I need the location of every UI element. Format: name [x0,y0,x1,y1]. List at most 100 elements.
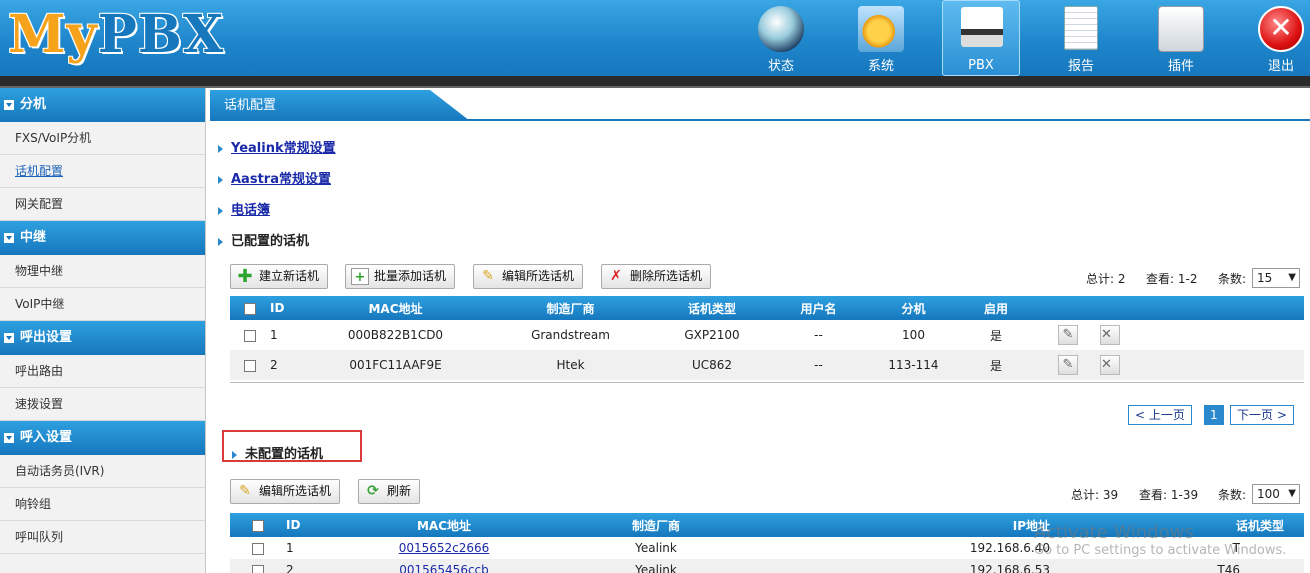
row-edit-pencil-icon[interactable]: ✎ [1058,355,1078,375]
sidebar-item-ivr[interactable]: 自动话务员(IVR) [0,455,205,488]
pencil-icon: ✎ [482,268,494,284]
column-header-vendor[interactable]: 制造厂商 [483,296,658,320]
plus-icon: ✚ [237,266,253,287]
unconfigured-page-size-select[interactable]: 100 ▼ [1252,484,1300,504]
cell-id: 1 [270,328,278,342]
column-header-ip[interactable]: IP地址 [770,513,1050,537]
sidebar-section-inbound[interactable]: 呼入设置 [0,421,205,455]
column-header-vendor[interactable]: 制造厂商 [542,513,770,537]
nav-pbx[interactable]: PBX [942,0,1020,76]
row-checkbox[interactable] [252,542,264,555]
sidebar-section-trunk[interactable]: 中继 [0,221,205,255]
delete-selected-phone-button[interactable]: ✗ 删除所选话机 [601,264,712,289]
aastra-settings-link[interactable]: Aastra常规设置 [231,172,331,187]
watermark-line1: Activate Windows [1034,522,1194,543]
cell-username: -- [766,350,871,380]
sidebar-item-voip-trunk[interactable]: VoIP中继 [0,288,205,321]
report-icon [1064,6,1098,50]
sidebar-section-extension[interactable]: 分机 [0,88,205,122]
aastra-settings-row: Aastra常规设置 [218,168,331,187]
sidebar-item-fxs-voip[interactable]: FXS/VoIP分机 [0,122,205,155]
unconfigured-count-label: 条数: [1218,488,1247,502]
cell-enabled: 是 [956,350,1036,380]
row-checkbox[interactable] [252,564,264,573]
header-divider [0,76,1310,88]
cell-id: 2 [270,350,308,380]
configured-page-size-select[interactable]: 15 ▼ [1252,268,1300,288]
row-edit-pencil-icon[interactable]: ✎ [1058,325,1078,345]
column-header-username[interactable]: 用户名 [766,296,871,320]
expand-arrow-icon [218,206,223,215]
cell-vendor: Yealink [542,559,770,573]
table-header-row: ID MAC地址 制造厂商 话机类型 用户名 分机 启用 [230,296,1304,320]
sidebar-item-outbound-route[interactable]: 呼出路由 [0,355,205,388]
column-header-extension[interactable]: 分机 [871,296,956,320]
yealink-settings-link[interactable]: Yealink常规设置 [231,141,336,156]
prev-page-button[interactable]: < 上一页 [1128,405,1192,425]
refresh-button[interactable]: ⟳ 刷新 [358,479,421,504]
nav-system[interactable]: 系统 [842,0,920,76]
configured-view-range: 查看: 1-2 [1146,272,1198,286]
cell-id: 1 [286,541,294,555]
new-phone-button[interactable]: ✚ 建立新话机 [230,264,329,289]
expand-arrow-icon [232,450,237,459]
cell-extension: 113-114 [871,350,956,380]
column-header-id[interactable]: ID [286,513,346,537]
row-checkbox[interactable] [244,329,256,342]
yealink-settings-row: Yealink常规设置 [218,137,336,156]
column-header-type[interactable]: 话机类型 [658,296,766,320]
unconfigured-total: 总计: 39 [1071,488,1119,502]
sidebar-item-physical-trunk[interactable]: 物理中继 [0,255,205,288]
unconfigured-phones-heading[interactable]: 未配置的话机 [232,443,323,462]
select-all-checkbox[interactable] [252,519,264,532]
column-header-id[interactable]: ID [270,296,308,320]
pbx-phone-icon [961,7,1003,47]
configured-phones-heading[interactable]: 已配置的话机 [218,230,309,249]
sidebar-item-phone-config[interactable]: 话机配置 [0,155,205,188]
row-checkbox[interactable] [244,359,256,372]
batch-add-phone-button[interactable]: + 批量添加话机 [345,264,456,289]
row-delete-icon[interactable]: ✕ [1100,325,1120,345]
chevron-down-icon: ▼ [1288,488,1296,499]
sidebar: 分机 FXS/VoIP分机 话机配置 网关配置 中继 物理中继 VoIP中继 呼… [0,88,206,573]
table-row: 1 000B822B1CD0 Grandstream GXP2100 -- 10… [230,320,1304,350]
edit-selected-unconfigured-button[interactable]: ✎ 编辑所选话机 [230,479,341,504]
phonebook-link[interactable]: 电话簿 [231,203,270,218]
edit-selected-phone-button[interactable]: ✎ 编辑所选话机 [473,264,584,289]
row-delete-icon[interactable]: ✕ [1100,355,1120,375]
sidebar-item-ring-group[interactable]: 响铃组 [0,488,205,521]
cell-id: 2 [286,559,346,573]
tab-phone-config[interactable]: 话机配置 [210,90,470,121]
cell-type: GXP2100 [684,328,740,342]
table-row: 2 001565456ccb Yealink 192.168.6.53 T46 [230,559,1304,573]
sidebar-item-gateway-config[interactable]: 网关配置 [0,188,205,221]
column-header-mac[interactable]: MAC地址 [308,296,483,320]
column-header-mac[interactable]: MAC地址 [346,513,542,537]
nav-logout[interactable]: ✕ 退出 [1242,0,1310,76]
current-page-button[interactable]: 1 [1204,405,1224,425]
cell-extension: 100 [902,328,925,342]
status-icon [758,6,804,52]
mac-link[interactable]: 001565456ccb [399,563,489,573]
expand-arrow-icon [218,237,223,246]
logout-icon: ✕ [1258,6,1304,52]
plugin-icon [1158,6,1204,52]
mac-link[interactable]: 0015652c2666 [399,541,490,555]
system-icon [858,6,904,52]
collapse-icon [4,100,14,110]
column-header-enabled[interactable]: 启用 [956,296,1036,320]
column-header-edit [1036,296,1100,320]
cell-mac: 000B822B1CD0 [347,328,444,342]
cell-ip: 192.168.6.53 [770,559,1050,573]
cell-ip: 192.168.6.40 [969,541,1050,555]
next-page-button[interactable]: 下一页 > [1230,405,1294,425]
nav-report[interactable]: 报告 [1042,0,1120,76]
nav-plugin[interactable]: 插件 [1142,0,1220,76]
nav-status[interactable]: 状态 [742,0,820,76]
select-all-checkbox[interactable] [244,302,256,315]
sidebar-item-call-queue[interactable]: 呼叫队列 [0,521,205,554]
sidebar-section-outbound[interactable]: 呼出设置 [0,321,205,355]
sidebar-item-speed-dial[interactable]: 速拨设置 [0,388,205,421]
top-header: MyPBX 状态 系统 PBX 报告 插件 ✕ 退出 [0,0,1310,76]
collapse-icon [4,233,14,243]
